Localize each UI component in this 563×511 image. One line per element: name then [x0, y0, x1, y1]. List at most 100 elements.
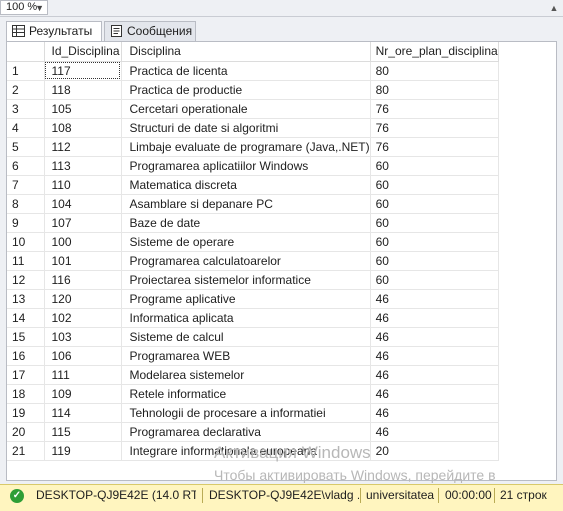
id-cell[interactable]: 108 — [44, 118, 122, 138]
disciplina-cell[interactable]: Programarea calculatoarelor — [121, 251, 371, 271]
row-number-cell[interactable]: 3 — [7, 99, 45, 119]
id-cell[interactable]: 103 — [44, 327, 122, 347]
id-cell[interactable]: 109 — [44, 384, 122, 404]
disciplina-cell[interactable]: Sisteme de operare — [121, 232, 371, 252]
table-row[interactable]: 7 110 Matematica discreta 60 — [7, 175, 499, 195]
table-row[interactable]: 1 117 Practica de licenta 80 — [7, 61, 499, 81]
nr-ore-cell[interactable]: 20 — [370, 441, 499, 461]
nr-ore-cell[interactable]: 80 — [370, 80, 499, 100]
zoom-select[interactable]: 100 % ▼ — [0, 0, 48, 15]
id-cell[interactable]: 120 — [44, 289, 122, 309]
table-row[interactable]: 9 107 Baze de date 60 — [7, 213, 499, 233]
disciplina-cell[interactable]: Sisteme de calcul — [121, 327, 371, 347]
id-cell[interactable]: 112 — [44, 137, 122, 157]
table-row[interactable]: 11 101 Programarea calculatoarelor 60 — [7, 251, 499, 271]
disciplina-cell[interactable]: Practica de licenta — [121, 61, 371, 81]
nr-ore-cell[interactable]: 46 — [370, 384, 499, 404]
tab-results[interactable]: Результаты — [6, 21, 102, 42]
table-row[interactable]: 17 111 Modelarea sistemelor 46 — [7, 365, 499, 385]
row-number-cell[interactable]: 12 — [7, 270, 45, 290]
nr-ore-cell[interactable]: 46 — [370, 365, 499, 385]
nr-ore-cell[interactable]: 60 — [370, 270, 499, 290]
disciplina-cell[interactable]: Programarea aplicatiilor Windows — [121, 156, 371, 176]
disciplina-cell[interactable]: Asamblare si depanare PC — [121, 194, 371, 214]
id-cell[interactable]: 117 — [44, 61, 122, 81]
id-cell[interactable]: 107 — [44, 213, 122, 233]
disciplina-cell[interactable]: Cercetari operationale — [121, 99, 371, 119]
disciplina-cell[interactable]: Retele informatice — [121, 384, 371, 404]
row-number-cell[interactable]: 19 — [7, 403, 45, 423]
id-cell[interactable]: 104 — [44, 194, 122, 214]
nr-ore-cell[interactable]: 76 — [370, 118, 499, 138]
row-number-cell[interactable]: 11 — [7, 251, 45, 271]
id-cell[interactable]: 105 — [44, 99, 122, 119]
nr-ore-cell[interactable]: 76 — [370, 137, 499, 157]
column-header-nr-ore[interactable]: Nr_ore_plan_disciplina — [370, 42, 499, 62]
tab-messages[interactable]: Сообщения — [104, 21, 196, 41]
nr-ore-cell[interactable]: 46 — [370, 289, 499, 309]
disciplina-cell[interactable]: Programarea WEB — [121, 346, 371, 366]
table-row[interactable]: 10 100 Sisteme de operare 60 — [7, 232, 499, 252]
nr-ore-cell[interactable]: 60 — [370, 232, 499, 252]
id-cell[interactable]: 115 — [44, 422, 122, 442]
row-number-cell[interactable]: 16 — [7, 346, 45, 366]
nr-ore-cell[interactable]: 46 — [370, 308, 499, 328]
nr-ore-cell[interactable]: 76 — [370, 99, 499, 119]
row-number-cell[interactable]: 5 — [7, 137, 45, 157]
nr-ore-cell[interactable]: 60 — [370, 194, 499, 214]
row-number-cell[interactable]: 21 — [7, 441, 45, 461]
table-row[interactable]: 16 106 Programarea WEB 46 — [7, 346, 499, 366]
nr-ore-cell[interactable]: 60 — [370, 175, 499, 195]
column-header-disciplina[interactable]: Disciplina — [121, 42, 371, 62]
table-row[interactable]: 2 118 Practica de productie 80 — [7, 80, 499, 100]
id-cell[interactable]: 118 — [44, 80, 122, 100]
disciplina-cell[interactable]: Programe aplicative — [121, 289, 371, 309]
id-cell[interactable]: 119 — [44, 441, 122, 461]
id-cell[interactable]: 113 — [44, 156, 122, 176]
row-number-cell[interactable]: 4 — [7, 118, 45, 138]
id-cell[interactable]: 111 — [44, 365, 122, 385]
row-number-cell[interactable]: 20 — [7, 422, 45, 442]
results-grid[interactable]: Id_Disciplina Disciplina Nr_ore_plan_dis… — [6, 41, 557, 481]
nr-ore-cell[interactable]: 46 — [370, 422, 499, 442]
table-row[interactable]: 18 109 Retele informatice 46 — [7, 384, 499, 404]
row-number-cell[interactable]: 15 — [7, 327, 45, 347]
table-row[interactable]: 3 105 Cercetari operationale 76 — [7, 99, 499, 119]
column-header-id[interactable]: Id_Disciplina — [44, 42, 122, 62]
row-number-cell[interactable]: 9 — [7, 213, 45, 233]
id-cell[interactable]: 116 — [44, 270, 122, 290]
row-number-cell[interactable]: 2 — [7, 80, 45, 100]
table-row[interactable]: 8 104 Asamblare si depanare PC 60 — [7, 194, 499, 214]
row-number-cell[interactable]: 6 — [7, 156, 45, 176]
table-row[interactable]: 4 108 Structuri de date si algoritmi 76 — [7, 118, 499, 138]
row-number-cell[interactable]: 13 — [7, 289, 45, 309]
id-cell[interactable]: 102 — [44, 308, 122, 328]
table-row[interactable]: 14 102 Informatica aplicata 46 — [7, 308, 499, 328]
disciplina-cell[interactable]: Structuri de date si algoritmi — [121, 118, 371, 138]
row-number-cell[interactable]: 18 — [7, 384, 45, 404]
nr-ore-cell[interactable]: 46 — [370, 327, 499, 347]
table-row[interactable]: 6 113 Programarea aplicatiilor Windows 60 — [7, 156, 499, 176]
table-row[interactable]: 20 115 Programarea declarativa 46 — [7, 422, 499, 442]
nr-ore-cell[interactable]: 80 — [370, 61, 499, 81]
disciplina-cell[interactable]: Proiectarea sistemelor informatice — [121, 270, 371, 290]
disciplina-cell[interactable]: Modelarea sistemelor — [121, 365, 371, 385]
nr-ore-cell[interactable]: 46 — [370, 403, 499, 423]
table-row[interactable]: 12 116 Proiectarea sistemelor informatice 6… — [7, 270, 499, 290]
scroll-up-icon[interactable]: ▲ — [545, 0, 563, 16]
disciplina-cell[interactable]: Tehnologii de procesare a informatiei — [121, 403, 371, 423]
row-number-cell[interactable]: 1 — [7, 61, 45, 81]
disciplina-cell[interactable]: Baze de date — [121, 213, 371, 233]
disciplina-cell[interactable]: Programarea declarativa — [121, 422, 371, 442]
id-cell[interactable]: 101 — [44, 251, 122, 271]
table-row[interactable]: 19 114 Tehnologii de procesare a informati… — [7, 403, 499, 423]
id-cell[interactable]: 114 — [44, 403, 122, 423]
id-cell[interactable]: 110 — [44, 175, 122, 195]
row-number-cell[interactable]: 8 — [7, 194, 45, 214]
table-row[interactable]: 13 120 Programe aplicative 46 — [7, 289, 499, 309]
row-number-cell[interactable]: 7 — [7, 175, 45, 195]
row-number-cell[interactable]: 17 — [7, 365, 45, 385]
disciplina-cell[interactable]: Practica de productie — [121, 80, 371, 100]
id-cell[interactable]: 106 — [44, 346, 122, 366]
row-number-cell[interactable]: 14 — [7, 308, 45, 328]
